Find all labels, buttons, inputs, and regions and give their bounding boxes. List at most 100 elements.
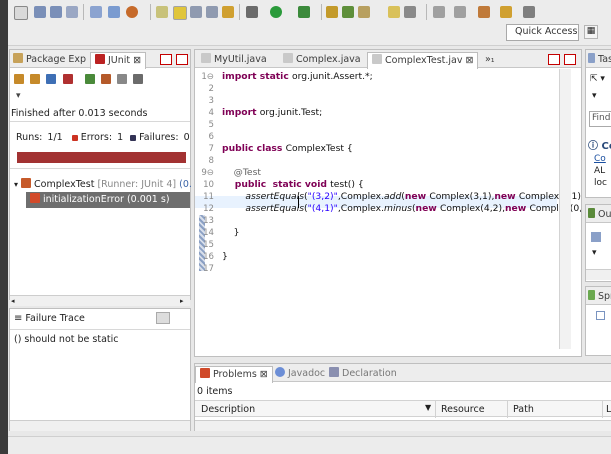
tab-junit[interactable]: JUnit ⊠ xyxy=(90,52,147,69)
save-icon[interactable] xyxy=(34,6,46,18)
new-task-icon[interactable]: ⇱ ▾ xyxy=(590,74,605,84)
tab-task-list[interactable]: Task xyxy=(588,52,611,68)
task-menu-icon[interactable]: ▾ xyxy=(592,91,597,101)
outline-scrollbar[interactable] xyxy=(586,269,611,280)
collapse-icon[interactable] xyxy=(596,311,605,320)
coverage-icon[interactable] xyxy=(298,6,310,18)
code-line[interactable]: 17 xyxy=(195,263,581,275)
expand-icon[interactable]: ▾ xyxy=(14,180,18,189)
tab-javadoc[interactable]: Javadoc xyxy=(275,366,325,382)
code-token: "(4,1)" xyxy=(307,203,338,214)
back-icon[interactable] xyxy=(500,6,512,18)
rerun-icon[interactable] xyxy=(84,74,95,84)
save-all-icon[interactable] xyxy=(50,6,62,18)
tab-outline[interactable]: Out xyxy=(588,207,611,223)
rerun-failed-icon[interactable] xyxy=(100,74,111,84)
next-annotation-icon[interactable] xyxy=(433,6,445,18)
code-line[interactable]: 4 import org.junit.Test; xyxy=(195,107,581,119)
test-tree-method[interactable]: initializationError (0.001 s) xyxy=(26,192,190,208)
code-token: ,Complex. xyxy=(337,191,384,202)
code-token: Complex(0,1)) xyxy=(518,191,581,202)
tab-myutil[interactable]: MyUtil.java xyxy=(201,52,267,68)
open-type-icon[interactable] xyxy=(108,6,120,18)
maximize-icon[interactable] xyxy=(176,54,188,65)
tab-spring[interactable]: Spr xyxy=(588,289,611,305)
open-perspective-icon[interactable]: ▦ xyxy=(584,25,598,39)
compare-icon[interactable] xyxy=(173,312,187,324)
outline-menu-icon[interactable]: ▾ xyxy=(592,248,597,258)
minimize-icon[interactable] xyxy=(160,54,172,65)
block-select-icon[interactable] xyxy=(190,6,202,18)
code-line[interactable]: 14 } xyxy=(195,227,581,239)
code-token: org.junit.Test; xyxy=(259,107,323,118)
column-location[interactable]: Lo xyxy=(606,404,611,415)
code-line[interactable]: 16} xyxy=(195,251,581,263)
hide-fields-icon[interactable] xyxy=(591,232,601,242)
code-line[interactable]: 8 xyxy=(195,155,581,167)
code-area[interactable]: 1⊖ import static org.junit.Assert.*; 2 3 4 im… xyxy=(195,69,581,349)
prev-annotation-icon[interactable] xyxy=(454,6,466,18)
tab-package-explorer[interactable]: Package Exp xyxy=(13,52,86,68)
code-line[interactable]: 13 xyxy=(195,215,581,227)
new-interface-icon[interactable] xyxy=(358,6,370,18)
show-failures-only-icon[interactable] xyxy=(46,74,57,84)
code-line[interactable]: 3 xyxy=(195,95,581,107)
code-line[interactable]: 9⊖ @Test xyxy=(195,167,581,179)
debug-icon[interactable] xyxy=(246,6,258,18)
tab-problems[interactable]: Problems ⊠ xyxy=(195,366,273,383)
refresh-icon[interactable] xyxy=(126,6,138,18)
scroll-lock-icon[interactable] xyxy=(62,74,73,84)
scroll-right-icon[interactable]: ▸ xyxy=(180,297,188,305)
open-folder-icon[interactable] xyxy=(388,6,400,18)
problems-scrollbar[interactable] xyxy=(195,420,611,431)
scroll-left-icon[interactable]: ◂ xyxy=(11,297,19,305)
horizontal-scrollbar[interactable]: ◂ ▸ xyxy=(10,295,190,306)
code-line[interactable]: 11 assertEquals("(3,2)",Complex.add(new … xyxy=(195,191,581,203)
show-text-icon[interactable] xyxy=(222,6,234,18)
runs-value: 1/1 xyxy=(47,132,63,143)
tab-complex[interactable]: Complex.java xyxy=(283,52,361,68)
tab-declaration[interactable]: Declaration xyxy=(329,366,397,382)
editor-minimize-icon[interactable] xyxy=(548,54,560,65)
vertical-scrollbar[interactable] xyxy=(559,69,571,349)
trace-scrollbar[interactable] xyxy=(10,420,190,431)
previous-failure-icon[interactable] xyxy=(30,74,41,84)
code-line[interactable]: 10 public static void test() { xyxy=(195,179,581,191)
view-menu-icon[interactable]: ▾ xyxy=(16,91,21,101)
find-field[interactable]: Find xyxy=(589,111,611,127)
filter-stack-icon[interactable] xyxy=(156,312,170,324)
toggle-mark-icon[interactable] xyxy=(156,6,168,18)
code-line[interactable]: 7 public class ComplexTest { xyxy=(195,143,581,155)
code-line[interactable]: 12 assertEquals("(4,1)",Complex.minus(ne… xyxy=(195,203,581,215)
line-number: 4 xyxy=(208,108,214,118)
editor-maximize-icon[interactable] xyxy=(564,54,576,65)
column-resource[interactable]: Resource xyxy=(441,404,485,415)
print-icon[interactable] xyxy=(66,6,78,18)
code-line[interactable]: 2 xyxy=(195,83,581,95)
search-icon[interactable] xyxy=(404,6,416,18)
more-tabs[interactable]: »₁ xyxy=(485,52,495,68)
run-icon[interactable] xyxy=(270,6,282,18)
tab-complextest[interactable]: ComplexTest.jav ⊠ xyxy=(367,52,479,69)
connect-link[interactable]: Co xyxy=(594,154,606,164)
column-path[interactable]: Path xyxy=(513,404,534,415)
quick-access-field[interactable]: Quick Access xyxy=(506,24,579,41)
new-file-icon[interactable] xyxy=(14,6,28,20)
forward-icon[interactable] xyxy=(523,6,535,18)
column-description[interactable]: Description xyxy=(201,404,255,415)
highlight-icon[interactable] xyxy=(173,6,187,20)
console-icon[interactable] xyxy=(90,6,102,18)
next-failure-icon[interactable] xyxy=(14,74,24,84)
last-edit-icon[interactable] xyxy=(478,6,490,18)
code-line[interactable]: 15 xyxy=(195,239,581,251)
history-icon[interactable] xyxy=(133,74,144,84)
code-line[interactable]: 1⊖ import static org.junit.Assert.*; xyxy=(195,71,581,83)
code-line[interactable]: 6 xyxy=(195,131,581,143)
failure-message[interactable]: () should not be static xyxy=(14,334,118,345)
whitespace-icon[interactable] xyxy=(206,6,218,18)
stop-icon[interactable] xyxy=(117,74,128,84)
new-class-icon[interactable] xyxy=(342,6,354,18)
code-line[interactable]: 5 xyxy=(195,119,581,131)
test-tree-class[interactable]: ▾ ComplexTest [Runner: JUnit 4] (0. xyxy=(14,178,192,190)
new-package-icon[interactable] xyxy=(326,6,338,18)
